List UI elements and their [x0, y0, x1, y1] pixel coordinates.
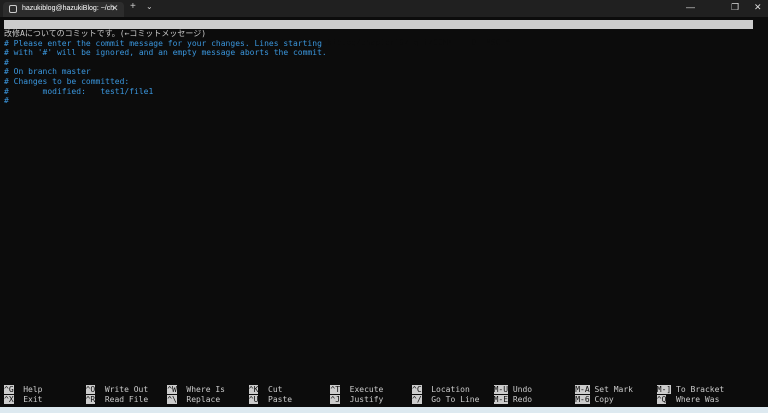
shortcut-location[interactable]: ^C Location — [412, 385, 470, 395]
shortcut-label: Replace — [186, 394, 221, 404]
comment-line: # modified: test1/file1 — [4, 86, 154, 96]
shortcut-label: Where Was — [676, 394, 720, 404]
shortcut-label: Location — [431, 385, 470, 394]
shortcut-justify[interactable]: ^J Justify — [330, 394, 384, 405]
new-tab-button[interactable]: + — [130, 1, 136, 12]
shortcut-key: ^R — [85, 394, 96, 404]
commit-message-line: 改修Aについてのコミットです。(←コミットメッセージ) — [4, 29, 207, 38]
shortcut-key: ^X — [4, 394, 14, 404]
shortcut-key: M-6 — [575, 394, 590, 404]
shortcut-paste[interactable]: ^U Paste — [248, 394, 293, 405]
shortcut-key: ^T — [330, 385, 341, 394]
nano-header: GNU nano 6.2 /home/hazukiblog/chapter19/… — [4, 20, 753, 47]
shortcut-write-out[interactable]: ^O Write Out — [85, 385, 149, 395]
comment-line: # — [4, 96, 9, 106]
shortcut-key: M-A — [575, 385, 590, 394]
title-bar: hazukiblog@hazukiBlog: ~/ch ✕ + ⌄ — ❐ ✕ — [0, 0, 768, 17]
chevron-down-icon[interactable]: ⌄ — [146, 2, 153, 11]
shortcut-key: M-U — [493, 385, 509, 394]
shortcut-cut[interactable]: ^K Cut — [248, 385, 283, 395]
shortcut-to-bracket[interactable]: M-] To Bracket — [656, 385, 725, 395]
shortcut-label: Redo — [512, 394, 533, 404]
tab-title: hazukiblog@hazukiBlog: ~/ch — [22, 5, 115, 12]
shortcut-label: Where Is — [186, 385, 225, 394]
shortcut-key: ^O — [85, 385, 96, 394]
shortcut-label: Paste — [268, 394, 293, 404]
close-button[interactable]: ✕ — [754, 2, 762, 13]
shortcut-label: Read File — [104, 394, 149, 404]
shortcut-key: ^U — [248, 394, 259, 404]
shortcut-label: Cut — [268, 385, 283, 394]
shortcut-key: ^C — [412, 385, 422, 394]
tab-close-icon[interactable]: ✕ — [111, 3, 119, 14]
shortcut-label: To Bracket — [676, 385, 725, 394]
editor-content[interactable]: 改修Aについてのコミットです。(←コミットメッセージ) # Please ente… — [4, 29, 327, 106]
taskbar — [0, 407, 768, 413]
comment-line: # with '#' will be ignored, and an empty… — [4, 48, 327, 58]
shortcut-label: Undo — [512, 385, 533, 394]
shortcut-key: ^/ — [412, 394, 422, 404]
shortcut-key: ^G — [4, 385, 14, 394]
terminal-icon — [9, 5, 17, 13]
terminal-tab[interactable]: hazukiblog@hazukiBlog: ~/ch ✕ — [3, 2, 124, 17]
shortcut-label: Go To Line — [431, 394, 480, 404]
shortcut-read-file[interactable]: ^R Read File — [85, 394, 149, 405]
shortcut-help[interactable]: ^G Help — [4, 385, 43, 395]
comment-line: # On branch master — [4, 67, 91, 77]
comment-line: # — [4, 57, 9, 67]
shortcut-key: ^K — [248, 385, 259, 394]
shortcut-key: M-] — [656, 385, 672, 394]
shortcut-key: M-E — [493, 394, 509, 404]
shortcut-replace[interactable]: ^\ Replace — [167, 394, 221, 405]
shortcut-where-was[interactable]: ^Q Where Was — [656, 394, 720, 405]
comment-line: # Changes to be committed: — [4, 76, 130, 86]
shortcut-key: ^J — [330, 394, 341, 404]
shortcut-exit[interactable]: ^X Exit — [4, 394, 43, 405]
shortcut-label: Execute — [349, 385, 384, 394]
maximize-button[interactable]: ❐ — [731, 2, 739, 13]
shortcut-key: ^\ — [167, 394, 177, 404]
shortcut-bar: ^G Help ^X Exit ^O Write Out ^R Read File ^W Wher… — [4, 385, 764, 405]
shortcut-label: Justify — [349, 394, 384, 404]
shortcut-set-mark[interactable]: M-A Set Mark — [575, 385, 633, 395]
shortcut-execute[interactable]: ^T Execute — [330, 385, 383, 395]
shortcut-label: Write Out — [104, 385, 149, 394]
minimize-button[interactable]: — — [686, 2, 695, 12]
shortcut-key: ^W — [167, 385, 177, 394]
shortcut-label: Help — [23, 385, 43, 394]
shortcut-where-is[interactable]: ^W Where Is — [167, 385, 225, 395]
shortcut-label: Exit — [23, 394, 43, 404]
shortcut-copy[interactable]: M-6 Copy — [575, 394, 614, 405]
shortcut-key: ^Q — [656, 394, 667, 404]
shortcut-go-to-line[interactable]: ^/ Go To Line — [412, 394, 480, 405]
comment-line: # Please enter the commit message for yo… — [4, 38, 322, 48]
shortcut-label: Copy — [594, 394, 614, 404]
shortcut-redo[interactable]: M-E Redo — [493, 394, 533, 405]
shortcut-undo[interactable]: M-U Undo — [493, 385, 533, 395]
shortcut-label: Set Mark — [594, 385, 633, 394]
